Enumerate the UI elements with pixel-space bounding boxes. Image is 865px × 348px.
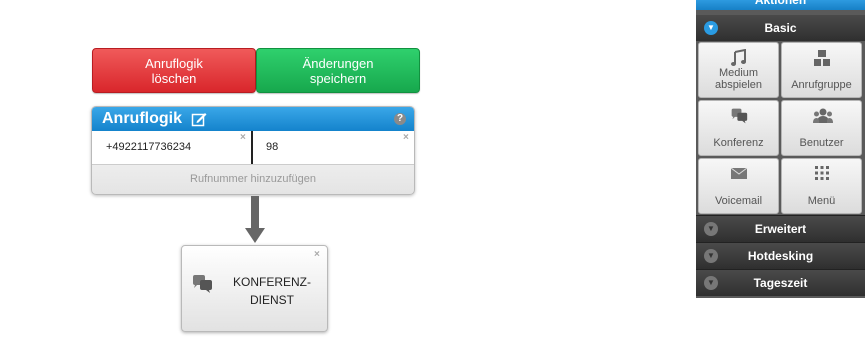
tile-konferenz[interactable]: Konferenz	[698, 100, 779, 156]
tile-anrufgruppe-label: Anrufgruppe	[791, 79, 852, 91]
users-icon	[813, 108, 833, 123]
number-entry-row: +4922117736234 × 98 ×	[92, 131, 414, 165]
conference-close-icon[interactable]: ×	[314, 250, 320, 260]
tile-anrufgruppe[interactable]: Anrufgruppe	[781, 42, 862, 98]
help-icon[interactable]: ?	[394, 113, 406, 125]
chevron-down-icon: ▼	[704, 222, 718, 236]
delete-call-logic-label: Anruflogik löschen	[145, 55, 203, 86]
tile-menue-label: Menü	[807, 195, 836, 207]
delete-call-logic-button[interactable]: Anruflogik löschen	[92, 48, 256, 93]
section-erweitert-label: Erweitert	[754, 222, 807, 236]
chevron-down-icon: ▼	[704, 249, 718, 263]
tile-benutzer-label: Benutzer	[799, 137, 844, 149]
actions-panel: Aktionen ▼ Basic Medium abspielen Anrufg…	[696, 0, 865, 298]
actions-header: Aktionen	[696, 0, 865, 10]
conference-icon	[193, 275, 212, 293]
section-basic-label: Basic	[764, 21, 797, 35]
remove-extension-close-icon[interactable]: ×	[403, 133, 409, 143]
section-tageszeit[interactable]: ▼ Tageszeit	[696, 269, 865, 296]
flow-arrow-down-icon	[245, 196, 265, 243]
group-icon	[814, 50, 830, 66]
extension-field[interactable]: 98	[252, 131, 414, 164]
tile-medium-abspielen-label: Medium abspielen	[714, 67, 763, 91]
actions-header-label: Aktionen	[754, 0, 807, 7]
tile-medium-abspielen[interactable]: Medium abspielen	[698, 42, 779, 98]
tile-benutzer[interactable]: Benutzer	[781, 100, 862, 156]
save-changes-button[interactable]: Änderungen speichern	[256, 48, 420, 93]
menu-grid-icon	[815, 166, 829, 180]
conference-service-label: KONFERENZ- DIENST	[233, 275, 311, 307]
section-basic[interactable]: ▼ Basic	[696, 15, 865, 41]
section-hotdesking[interactable]: ▼ Hotdesking	[696, 242, 865, 269]
add-number-link[interactable]: Rufnummer hinzuzufügen	[92, 165, 414, 193]
tile-voicemail[interactable]: Voicemail	[698, 158, 779, 214]
call-logic-header: Anruflogik ?	[92, 107, 414, 131]
phone-number-field[interactable]: +4922117736234	[92, 131, 250, 164]
conference-service-node[interactable]: × KONFERENZ- DIENST	[181, 245, 328, 332]
call-logic-box: Anruflogik ? +4922117736234 × 98 × Rufnu…	[91, 106, 415, 195]
conference-icon	[731, 108, 748, 124]
tile-voicemail-label: Voicemail	[714, 195, 763, 207]
remove-number-close-icon[interactable]: ×	[240, 133, 246, 143]
section-tageszeit-label: Tageszeit	[753, 276, 808, 290]
tile-menue[interactable]: Menü	[781, 158, 862, 214]
edit-icon[interactable]	[191, 111, 207, 127]
voicemail-icon	[730, 167, 748, 179]
section-hotdesking-label: Hotdesking	[747, 249, 814, 263]
section-erweitert[interactable]: ▼ Erweitert	[696, 215, 865, 242]
music-icon	[731, 49, 746, 66]
chevron-down-icon: ▼	[704, 21, 718, 35]
chevron-down-icon: ▼	[704, 276, 718, 290]
save-changes-label: Änderungen speichern	[302, 55, 374, 86]
tile-konferenz-label: Konferenz	[713, 137, 764, 149]
call-logic-title: Anruflogik	[102, 110, 182, 127]
